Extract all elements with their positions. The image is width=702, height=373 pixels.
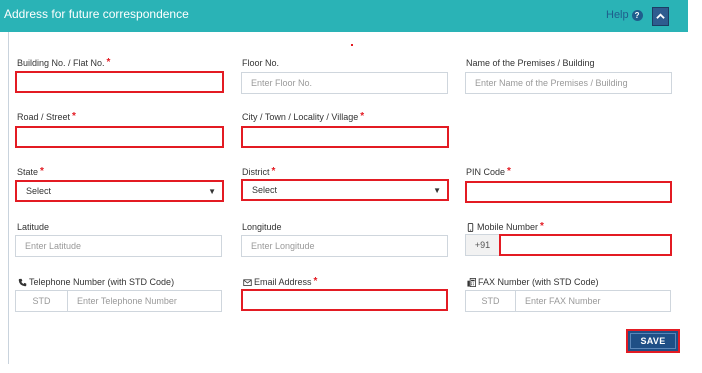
chevron-up-icon <box>656 13 665 19</box>
city-input[interactable] <box>241 126 449 148</box>
required-asterisk: * <box>540 221 544 232</box>
telephone-label: Telephone Number (with STD Code) <box>17 277 174 287</box>
telephone-std-input[interactable]: STD <box>15 290 68 312</box>
email-label: Email Address * <box>242 277 317 287</box>
fax-input[interactable]: Enter FAX Number <box>515 290 671 312</box>
mobile-label: Mobile Number * <box>465 222 544 232</box>
caret-down-icon: ▼ <box>433 185 441 195</box>
building-label: Building No. / Flat No. * <box>17 57 111 69</box>
required-asterisk: * <box>106 57 111 68</box>
email-input[interactable] <box>241 289 448 311</box>
city-label: City / Town / Locality / Village * <box>242 111 365 123</box>
district-select[interactable]: Select ▼ <box>241 179 449 201</box>
envelope-icon <box>242 277 252 287</box>
longitude-label: Longitude <box>242 222 282 232</box>
section-title: Address for future correspondence <box>4 7 189 21</box>
pin-input[interactable] <box>465 181 672 203</box>
longitude-input[interactable]: Enter Longitude <box>241 235 448 257</box>
required-asterisk: * <box>313 276 318 287</box>
section-header: Address for future correspondence Help ? <box>0 0 688 32</box>
help-label: Help <box>606 9 629 21</box>
required-asterisk: * <box>507 166 511 177</box>
mobile-phone-icon <box>465 222 475 232</box>
help-link[interactable]: Help ? <box>606 9 643 21</box>
collapse-section-button[interactable] <box>652 7 669 26</box>
required-asterisk: * <box>360 111 365 122</box>
save-button[interactable]: SAVE <box>626 329 680 353</box>
fax-label: FAX Number (with STD Code) <box>466 277 599 287</box>
pin-label: PIN Code * <box>466 166 511 178</box>
phone-icon <box>17 277 27 287</box>
save-button-focus-ring <box>630 333 676 349</box>
marker-dot <box>351 44 353 46</box>
state-label: State * <box>17 166 44 178</box>
premises-label: Name of the Premises / Building <box>466 58 595 68</box>
premises-input[interactable]: Enter Name of the Premises / Building <box>465 72 672 94</box>
caret-down-icon: ▼ <box>208 186 216 196</box>
fax-icon <box>466 277 476 287</box>
required-asterisk: * <box>271 166 276 177</box>
fax-std-input[interactable]: STD <box>465 290 516 312</box>
mobile-input[interactable] <box>499 234 672 256</box>
road-label: Road / Street * <box>17 111 76 123</box>
panel-border <box>8 32 9 364</box>
floor-input[interactable]: Enter Floor No. <box>241 72 448 94</box>
required-asterisk: * <box>40 166 44 177</box>
latitude-input[interactable]: Enter Latitude <box>15 235 222 257</box>
state-selected-value: Select <box>26 186 52 196</box>
required-asterisk: * <box>72 111 76 122</box>
telephone-input[interactable]: Enter Telephone Number <box>67 290 222 312</box>
floor-label: Floor No. <box>242 58 280 68</box>
road-input[interactable] <box>15 126 224 148</box>
latitude-label: Latitude <box>17 222 50 232</box>
state-select[interactable]: Select ▼ <box>15 180 224 202</box>
district-label: District * <box>242 166 276 178</box>
building-input[interactable] <box>15 71 224 93</box>
district-selected-value: Select <box>252 185 278 195</box>
address-form-page: Address for future correspondence Help ?… <box>0 0 702 373</box>
country-code-prefix: +91 <box>465 234 500 256</box>
question-circle-icon: ? <box>631 9 643 21</box>
